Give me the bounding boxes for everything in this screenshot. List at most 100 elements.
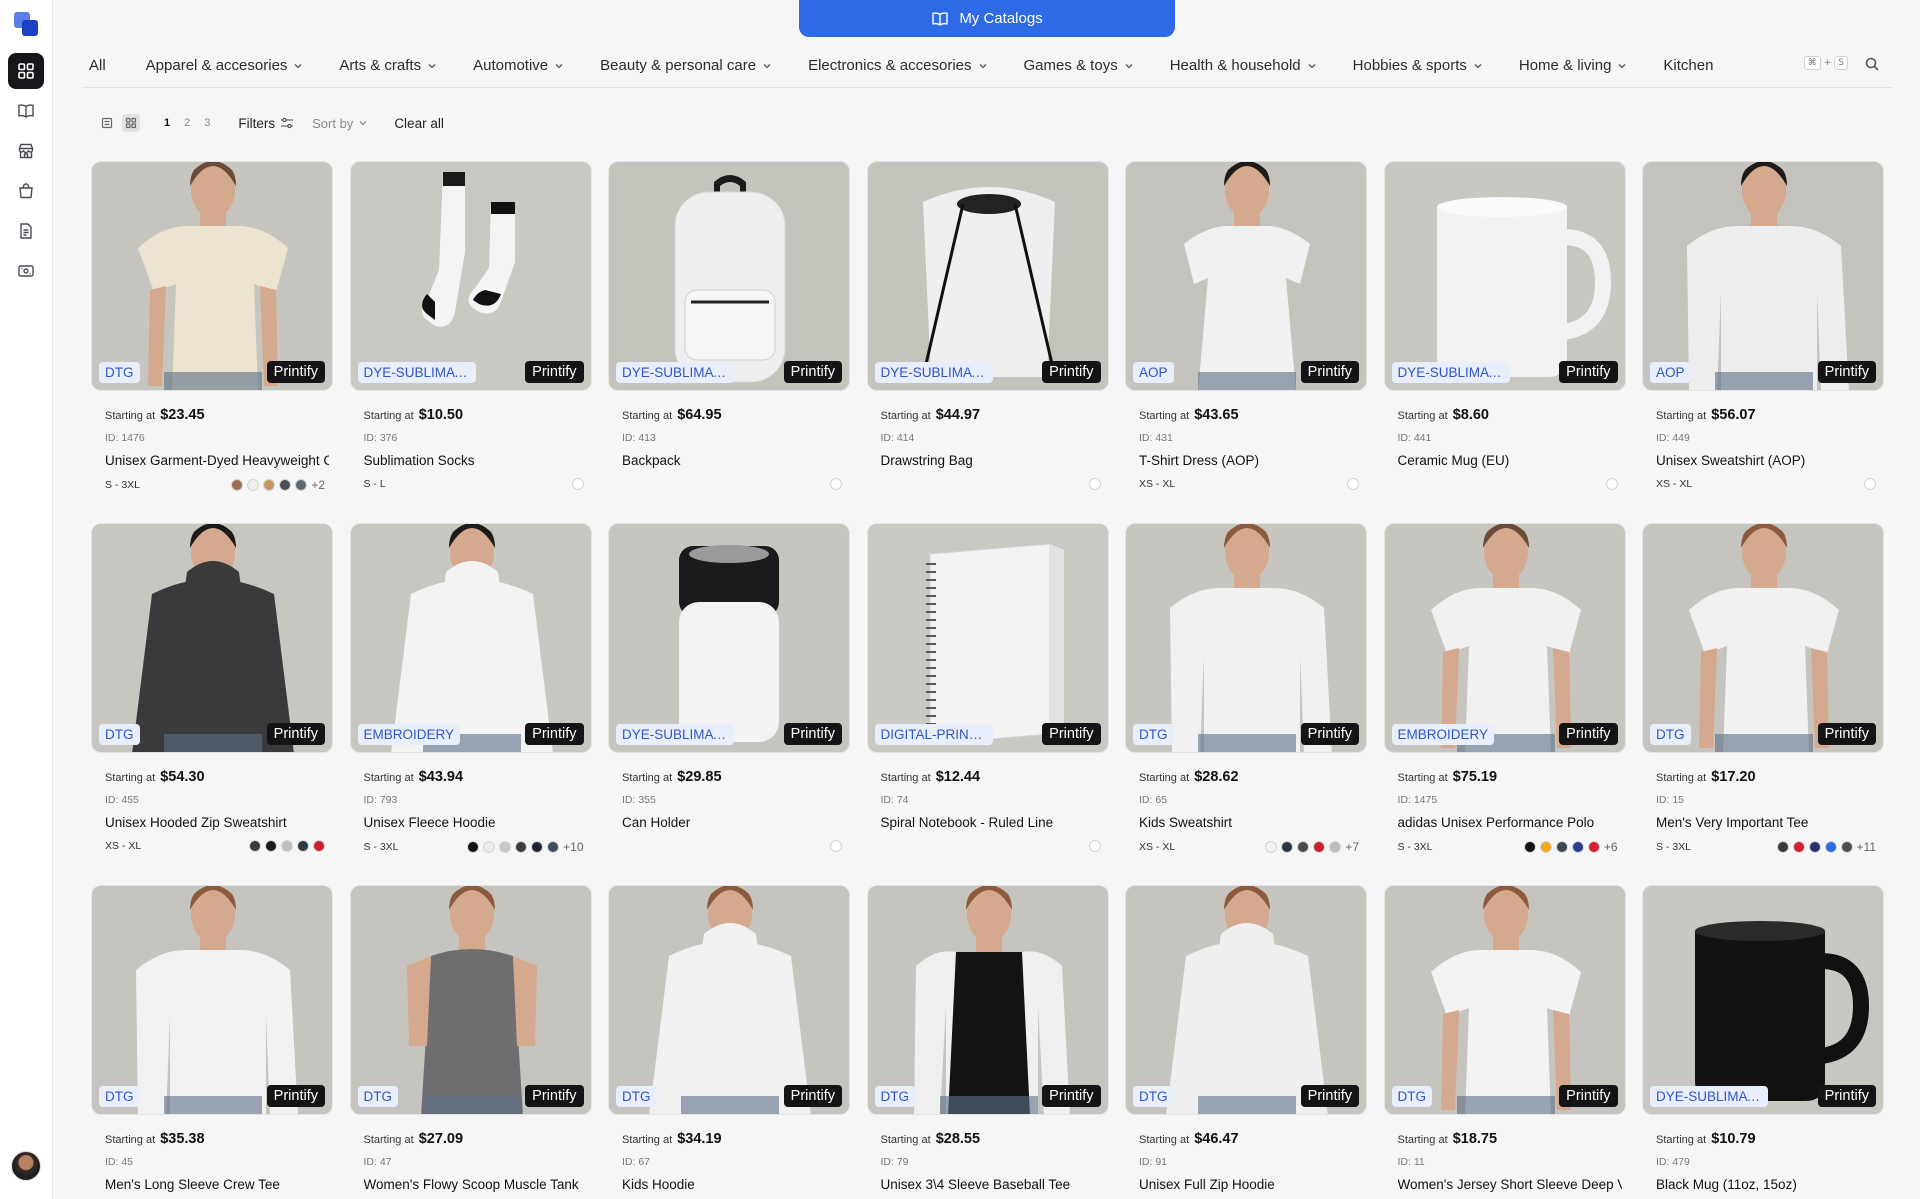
product-card[interactable]: AOP Printify Starting at $56.07 ID: 449 … — [1642, 161, 1884, 523]
product-image[interactable]: AOP Printify — [1642, 161, 1884, 391]
product-name[interactable]: T-Shirt Dress (AOP) — [1139, 453, 1363, 468]
category-games-toys[interactable]: Games & toys — [1024, 57, 1134, 74]
search-icon[interactable] — [1864, 56, 1880, 72]
product-image[interactable]: DTG Printify — [91, 885, 333, 1115]
product-image[interactable]: DIGITAL-PRINTING Printify — [866, 523, 1109, 753]
category-home-living[interactable]: Home & living — [1519, 57, 1628, 74]
product-card[interactable]: DTG Printify Starting at $35.38 ID: 45 M… — [91, 885, 333, 1199]
app-logo[interactable] — [11, 9, 41, 39]
product-image[interactable]: EMBROIDERY Printify — [1383, 523, 1626, 753]
product-card[interactable]: DTG Printify Starting at $28.55 ID: 79 U… — [866, 885, 1109, 1199]
category-hobbies-sports[interactable]: Hobbies & sports — [1353, 57, 1483, 74]
color-swatch[interactable] — [1347, 478, 1359, 490]
product-card[interactable]: DYE-SUBLIMATION Printify Starting at $64… — [608, 161, 850, 523]
product-card[interactable]: DYE-SUBLIMATION Printify Starting at $44… — [866, 161, 1109, 523]
category-apparel-accesories[interactable]: Apparel & accesories — [146, 57, 304, 74]
color-swatch[interactable] — [231, 479, 244, 491]
color-swatch[interactable] — [1281, 841, 1294, 853]
product-image[interactable]: DTG Printify — [349, 885, 592, 1115]
product-card[interactable]: DYE-SUBLIMATION Printify Starting at $8.… — [1383, 161, 1626, 523]
color-swatch[interactable] — [515, 841, 528, 853]
product-name[interactable]: Backpack — [622, 453, 846, 468]
color-swatch[interactable] — [1840, 841, 1853, 853]
color-swatch[interactable] — [571, 478, 584, 490]
product-name[interactable]: Unisex 3\4 Sleeve Baseball Tee — [881, 1177, 1105, 1192]
color-swatch[interactable] — [1824, 841, 1837, 853]
color-swatch[interactable] — [1587, 841, 1600, 853]
product-card[interactable]: DIGITAL-PRINTING Printify Starting at $1… — [866, 523, 1109, 885]
product-name[interactable]: Unisex Hooded Zip Sweatshirt — [105, 815, 329, 830]
color-swatch[interactable] — [247, 479, 260, 491]
product-card[interactable]: DTG Printify Starting at $18.75 ID: 11 W… — [1383, 885, 1626, 1199]
product-card[interactable]: DYE-SUBLIMATION Printify Starting at $29… — [608, 523, 850, 885]
product-image[interactable]: DTG Printify — [91, 161, 333, 391]
category-kitchen[interactable]: Kitchen — [1663, 57, 1713, 74]
category-health-household[interactable]: Health & household — [1170, 57, 1317, 74]
grid-view-icon[interactable] — [122, 114, 140, 132]
product-name[interactable]: Men's Long Sleeve Crew Tee — [105, 1177, 329, 1192]
product-name[interactable]: Sublimation Socks — [364, 453, 588, 468]
payment-nav-icon[interactable] — [8, 253, 44, 289]
product-card[interactable]: DTG Printify Starting at $28.62 ID: 65 K… — [1125, 523, 1367, 885]
store-nav-icon[interactable] — [8, 133, 44, 169]
product-name[interactable]: Unisex Fleece Hoodie — [364, 815, 588, 830]
product-name[interactable]: Drawstring Bag — [881, 453, 1105, 468]
product-image[interactable]: DYE-SUBLIMATION Printify — [1642, 885, 1884, 1115]
product-card[interactable]: DTG Printify Starting at $54.30 ID: 455 … — [91, 523, 333, 885]
color-swatch[interactable] — [1313, 841, 1326, 853]
color-swatch[interactable] — [830, 840, 842, 852]
product-card[interactable]: DTG Printify Starting at $23.45 ID: 1476… — [91, 161, 333, 523]
product-card[interactable]: DTG Printify Starting at $46.47 ID: 91 U… — [1125, 885, 1367, 1199]
product-name[interactable]: Women's Flowy Scoop Muscle Tank — [364, 1177, 588, 1192]
color-swatch[interactable] — [531, 841, 544, 853]
product-card[interactable]: EMBROIDERY Printify Starting at $43.94 I… — [349, 523, 592, 885]
color-swatch[interactable] — [1523, 841, 1536, 853]
color-swatch[interactable] — [263, 479, 276, 491]
color-swatch[interactable] — [1088, 840, 1101, 852]
color-swatch[interactable] — [295, 479, 308, 491]
product-name[interactable]: adidas Unisex Performance Polo — [1398, 815, 1622, 830]
color-swatch[interactable] — [1605, 478, 1618, 490]
product-image[interactable]: DTG Printify — [1383, 885, 1626, 1115]
color-swatch[interactable] — [1864, 478, 1876, 490]
product-image[interactable]: DYE-SUBLIMATION Printify — [1383, 161, 1626, 391]
product-name[interactable]: Spiral Notebook - Ruled Line — [881, 815, 1105, 830]
clear-all-button[interactable]: Clear all — [394, 116, 444, 131]
color-swatch[interactable] — [281, 840, 293, 852]
product-card[interactable]: DTG Printify Starting at $17.20 ID: 15 M… — [1642, 523, 1884, 885]
user-avatar[interactable] — [11, 1151, 41, 1181]
category-beauty-personal-care[interactable]: Beauty & personal care — [600, 57, 772, 74]
product-name[interactable]: Kids Sweatshirt — [1139, 815, 1363, 830]
sort-by-dropdown[interactable]: Sort by — [312, 116, 368, 131]
color-swatch[interactable] — [265, 840, 277, 852]
product-name[interactable]: Unisex Sweatshirt (AOP) — [1656, 453, 1880, 468]
product-image[interactable]: DTG Printify — [1125, 885, 1367, 1115]
color-swatch[interactable] — [467, 841, 480, 853]
product-name[interactable]: Women's Jersey Short Sleeve Deep V. — [1398, 1177, 1622, 1192]
product-image[interactable]: EMBROIDERY Printify — [349, 523, 592, 753]
product-image[interactable]: DYE-SUBLIMATION Printify — [866, 161, 1109, 391]
product-card[interactable]: DTG Printify Starting at $27.09 ID: 47 W… — [349, 885, 592, 1199]
book-nav-icon[interactable] — [8, 93, 44, 129]
color-swatch[interactable] — [249, 840, 261, 852]
color-swatch[interactable] — [1539, 841, 1552, 853]
color-swatch[interactable] — [1776, 841, 1789, 853]
product-image[interactable]: DTG Printify — [91, 523, 333, 753]
list-view-icon[interactable] — [98, 114, 116, 132]
color-swatch[interactable] — [279, 479, 292, 491]
product-name[interactable]: Unisex Full Zip Hoodie — [1139, 1177, 1363, 1192]
color-swatch[interactable] — [1792, 841, 1805, 853]
product-image[interactable]: DYE-SUBLIMATION Printify — [349, 161, 592, 391]
product-image[interactable]: AOP Printify — [1125, 161, 1367, 391]
product-name[interactable]: Unisex Garment-Dyed Heavyweight C — [105, 453, 329, 468]
color-swatch[interactable] — [297, 840, 309, 852]
document-nav-icon[interactable] — [8, 213, 44, 249]
category-arts-crafts[interactable]: Arts & crafts — [339, 57, 437, 74]
catalog-nav-icon[interactable] — [8, 53, 44, 89]
category-electronics-accesories[interactable]: Electronics & accesories — [808, 57, 987, 74]
product-card[interactable]: AOP Printify Starting at $43.65 ID: 431 … — [1125, 161, 1367, 523]
product-image[interactable]: DTG Printify — [866, 885, 1109, 1115]
category-all[interactable]: All — [89, 57, 106, 74]
category-automotive[interactable]: Automotive — [473, 57, 564, 74]
color-swatch[interactable] — [1088, 478, 1101, 490]
